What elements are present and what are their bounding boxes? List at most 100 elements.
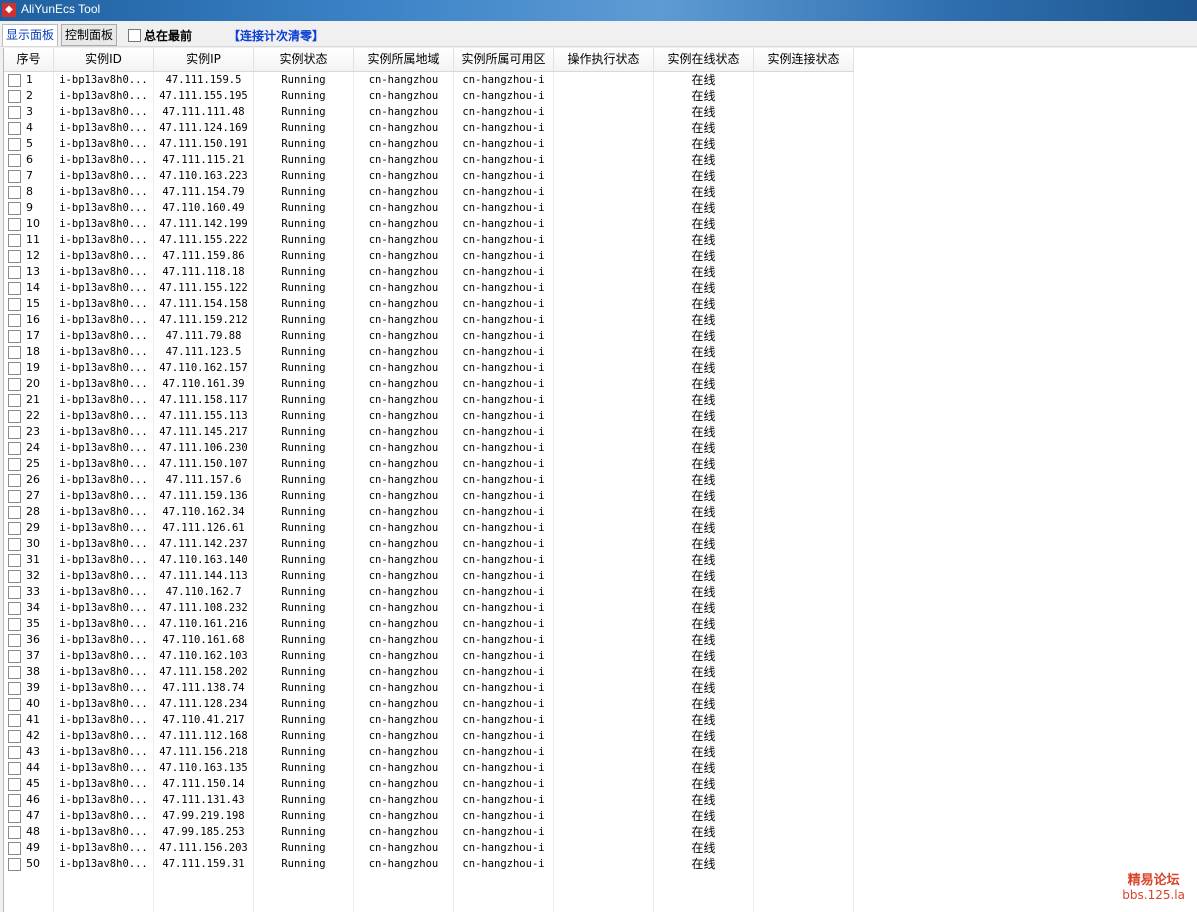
table-row[interactable]: 50 i-bp13av8h0... 47.111.159.31 Running cn-h… [4, 856, 1197, 872]
row-checkbox[interactable] [8, 217, 21, 231]
table-row[interactable]: 1 i-bp13av8h0... 47.111.159.5 Running cn-han… [4, 72, 1197, 88]
table-row[interactable]: 37 i-bp13av8h0... 47.110.162.103 Running cn-… [4, 648, 1197, 664]
table-row[interactable]: 11 i-bp13av8h0... 47.111.155.222 Running cn-… [4, 232, 1197, 248]
column-header[interactable]: 实例IP [154, 48, 254, 71]
table-row[interactable]: 44 i-bp13av8h0... 47.110.163.135 Running cn-… [4, 760, 1197, 776]
row-checkbox[interactable] [8, 505, 21, 519]
row-checkbox[interactable] [8, 313, 21, 327]
table-row[interactable]: 35 i-bp13av8h0... 47.110.161.216 Running cn-… [4, 616, 1197, 632]
table-row[interactable]: 5 i-bp13av8h0... 47.111.150.191 Running cn-h… [4, 136, 1197, 152]
table-row[interactable]: 42 i-bp13av8h0... 47.111.112.168 Running cn-… [4, 728, 1197, 744]
row-checkbox[interactable] [8, 697, 21, 711]
row-checkbox[interactable] [8, 809, 21, 823]
table-row[interactable]: 23 i-bp13av8h0... 47.111.145.217 Running cn-… [4, 424, 1197, 440]
row-checkbox[interactable] [8, 297, 21, 311]
row-checkbox[interactable] [8, 409, 21, 423]
column-header[interactable]: 操作执行状态 [554, 48, 654, 71]
row-checkbox[interactable] [8, 793, 21, 807]
table-row[interactable]: 4 i-bp13av8h0... 47.111.124.169 Running cn-h… [4, 120, 1197, 136]
table-row[interactable]: 15 i-bp13av8h0... 47.111.154.158 Running cn-… [4, 296, 1197, 312]
row-checkbox[interactable] [8, 521, 21, 535]
table-row[interactable]: 20 i-bp13av8h0... 47.110.161.39 Running cn-h… [4, 376, 1197, 392]
reset-connect-count-link[interactable]: 【连接计次清零】 [228, 27, 324, 44]
table-row[interactable]: 10 i-bp13av8h0... 47.111.142.199 Running cn-… [4, 216, 1197, 232]
row-checkbox[interactable] [8, 393, 21, 407]
table-row[interactable]: 49 i-bp13av8h0... 47.111.156.203 Running cn-… [4, 840, 1197, 856]
table-row[interactable]: 18 i-bp13av8h0... 47.111.123.5 Running cn-ha… [4, 344, 1197, 360]
row-checkbox[interactable] [8, 425, 21, 439]
table-row[interactable]: 19 i-bp13av8h0... 47.110.162.157 Running cn-… [4, 360, 1197, 376]
column-header[interactable]: 实例所属可用区 [454, 48, 554, 71]
row-checkbox[interactable] [8, 73, 21, 87]
row-checkbox[interactable] [8, 585, 21, 599]
row-checkbox[interactable] [8, 89, 21, 103]
table-row[interactable]: 40 i-bp13av8h0... 47.111.128.234 Running cn-… [4, 696, 1197, 712]
table-row[interactable]: 39 i-bp13av8h0... 47.111.138.74 Running cn-h… [4, 680, 1197, 696]
column-header[interactable]: 实例在线状态 [654, 48, 754, 71]
row-checkbox[interactable] [8, 553, 21, 567]
row-checkbox[interactable] [8, 249, 21, 263]
row-checkbox[interactable] [8, 825, 21, 839]
row-checkbox[interactable] [8, 713, 21, 727]
column-header[interactable]: 实例状态 [254, 48, 354, 71]
table-row[interactable]: 24 i-bp13av8h0... 47.111.106.230 Running cn-… [4, 440, 1197, 456]
table-row[interactable]: 28 i-bp13av8h0... 47.110.162.34 Running cn-h… [4, 504, 1197, 520]
row-checkbox[interactable] [8, 105, 21, 119]
table-row[interactable]: 27 i-bp13av8h0... 47.111.159.136 Running cn-… [4, 488, 1197, 504]
row-checkbox[interactable] [8, 473, 21, 487]
table-row[interactable]: 13 i-bp13av8h0... 47.111.118.18 Running cn-h… [4, 264, 1197, 280]
row-checkbox[interactable] [8, 233, 21, 247]
table-row[interactable]: 34 i-bp13av8h0... 47.111.108.232 Running cn-… [4, 600, 1197, 616]
table-row[interactable]: 41 i-bp13av8h0... 47.110.41.217 Running cn-h… [4, 712, 1197, 728]
table-row[interactable]: 2 i-bp13av8h0... 47.111.155.195 Running cn-h… [4, 88, 1197, 104]
row-checkbox[interactable] [8, 457, 21, 471]
table-row[interactable]: 17 i-bp13av8h0... 47.111.79.88 Running cn-ha… [4, 328, 1197, 344]
table-row[interactable]: 36 i-bp13av8h0... 47.110.161.68 Running cn-h… [4, 632, 1197, 648]
table-row[interactable]: 48 i-bp13av8h0... 47.99.185.253 Running cn-h… [4, 824, 1197, 840]
table-row[interactable]: 12 i-bp13av8h0... 47.111.159.86 Running cn-h… [4, 248, 1197, 264]
row-checkbox[interactable] [8, 665, 21, 679]
row-checkbox[interactable] [8, 745, 21, 759]
row-checkbox[interactable] [8, 841, 21, 855]
always-on-top-toggle[interactable]: 总在最前 [128, 27, 192, 43]
row-checkbox[interactable] [8, 857, 21, 871]
row-checkbox[interactable] [8, 537, 21, 551]
table-row[interactable]: 25 i-bp13av8h0... 47.111.150.107 Running cn-… [4, 456, 1197, 472]
row-checkbox[interactable] [8, 169, 21, 183]
column-header[interactable]: 实例ID [54, 48, 154, 71]
table-row[interactable]: 43 i-bp13av8h0... 47.111.156.218 Running cn-… [4, 744, 1197, 760]
table-row[interactable]: 32 i-bp13av8h0... 47.111.144.113 Running cn-… [4, 568, 1197, 584]
table-row[interactable]: 7 i-bp13av8h0... 47.110.163.223 Running cn-h… [4, 168, 1197, 184]
row-checkbox[interactable] [8, 633, 21, 647]
row-checkbox[interactable] [8, 281, 21, 295]
table-row[interactable]: 38 i-bp13av8h0... 47.111.158.202 Running cn-… [4, 664, 1197, 680]
row-checkbox[interactable] [8, 137, 21, 151]
row-checkbox[interactable] [8, 201, 21, 215]
row-checkbox[interactable] [8, 569, 21, 583]
table-row[interactable]: 9 i-bp13av8h0... 47.110.160.49 Running cn-ha… [4, 200, 1197, 216]
row-checkbox[interactable] [8, 489, 21, 503]
row-checkbox[interactable] [8, 153, 21, 167]
row-checkbox[interactable] [8, 185, 21, 199]
column-header[interactable]: 序号 [4, 48, 54, 71]
table-row[interactable]: 45 i-bp13av8h0... 47.111.150.14 Running cn-h… [4, 776, 1197, 792]
tab-display-panel[interactable]: 显示面板 [2, 24, 59, 46]
row-checkbox[interactable] [8, 761, 21, 775]
table-row[interactable]: 46 i-bp13av8h0... 47.111.131.43 Running cn-h… [4, 792, 1197, 808]
table-row[interactable]: 14 i-bp13av8h0... 47.111.155.122 Running cn-… [4, 280, 1197, 296]
table-row[interactable]: 30 i-bp13av8h0... 47.111.142.237 Running cn-… [4, 536, 1197, 552]
table-row[interactable]: 33 i-bp13av8h0... 47.110.162.7 Running cn-ha… [4, 584, 1197, 600]
table-row[interactable]: 6 i-bp13av8h0... 47.111.115.21 Running cn-ha… [4, 152, 1197, 168]
tab-control-panel[interactable]: 控制面板 [61, 24, 118, 46]
column-header[interactable]: 实例所属地域 [354, 48, 454, 71]
row-checkbox[interactable] [8, 729, 21, 743]
row-checkbox[interactable] [8, 777, 21, 791]
row-checkbox[interactable] [8, 265, 21, 279]
table-row[interactable]: 31 i-bp13av8h0... 47.110.163.140 Running cn-… [4, 552, 1197, 568]
table-row[interactable]: 29 i-bp13av8h0... 47.111.126.61 Running cn-h… [4, 520, 1197, 536]
column-header[interactable]: 实例连接状态 [754, 48, 854, 71]
row-checkbox[interactable] [8, 681, 21, 695]
table-row[interactable]: 22 i-bp13av8h0... 47.111.155.113 Running cn-… [4, 408, 1197, 424]
row-checkbox[interactable] [8, 329, 21, 343]
row-checkbox[interactable] [8, 617, 21, 631]
